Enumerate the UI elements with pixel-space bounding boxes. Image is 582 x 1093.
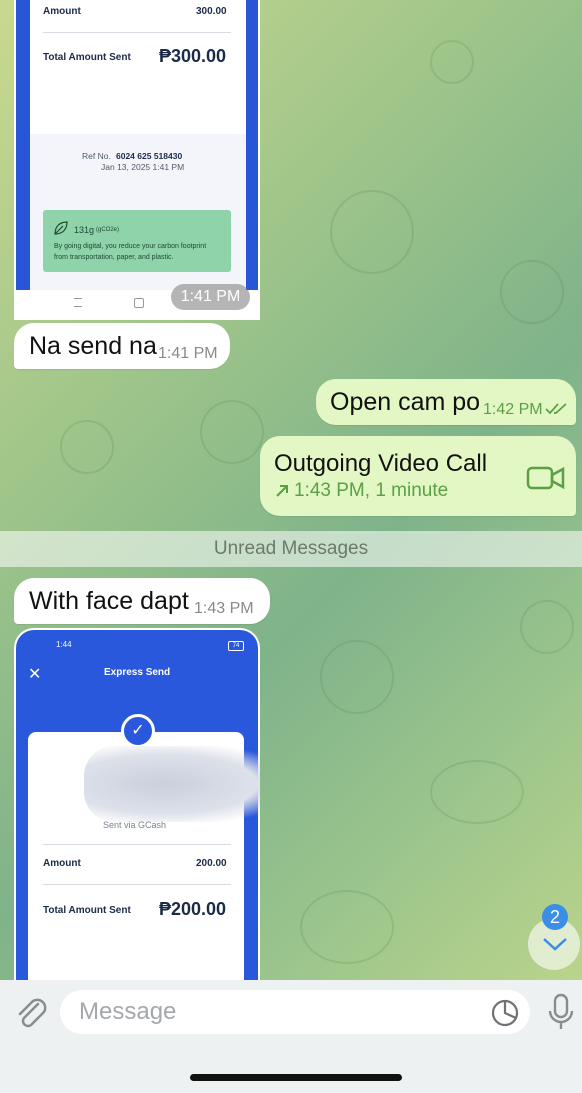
carbon-text-1: By going digital, you reduce your carbon… — [54, 243, 207, 250]
home-indicator — [190, 1074, 402, 1081]
image-timestamp: 1:41 PM — [171, 284, 250, 310]
blurred-recipient — [84, 746, 260, 822]
message-text: Na send na — [29, 332, 157, 360]
total-value: ₱300.00 — [159, 46, 227, 66]
status-time: 1:44 — [56, 640, 72, 649]
message-time: 1:43 PM — [194, 600, 254, 617]
amount-value: 200.00 — [196, 858, 227, 869]
menu-icon — [74, 298, 82, 307]
screen-title: Express Send — [104, 667, 171, 678]
chevron-down-icon — [543, 938, 567, 951]
total-label: Total Amount Sent — [43, 905, 131, 916]
amount-label: Amount — [43, 6, 81, 17]
divider — [43, 844, 231, 845]
total-value: ₱200.00 — [159, 899, 227, 919]
attach-paperclip-icon[interactable] — [14, 994, 48, 1030]
read-checkmarks-icon — [545, 403, 567, 415]
video-camera-icon[interactable] — [526, 464, 566, 492]
divider — [43, 32, 231, 33]
receipt-card — [30, 0, 246, 134]
total-label: Total Amount Sent — [43, 52, 131, 63]
outgoing-arrow-icon — [276, 485, 288, 497]
amount-label: Amount — [43, 858, 81, 869]
call-title: Outgoing Video Call — [274, 450, 488, 477]
message-text: With face dapt — [29, 587, 189, 615]
message-time: 1:41 PM — [158, 345, 218, 362]
message-text: Open cam po — [330, 388, 481, 416]
message-time: 1:42 PM — [483, 401, 543, 418]
home-square-icon — [134, 298, 144, 308]
microphone-icon[interactable] — [546, 993, 576, 1033]
battery-icon: 74 — [228, 641, 244, 651]
unread-count-badge: 2 — [542, 904, 568, 930]
message-placeholder: Message — [79, 998, 177, 1025]
carbon-footprint-box — [43, 210, 231, 272]
amount-value: 300.00 — [196, 6, 227, 17]
ref-number: 6024 625 518430 — [116, 151, 183, 161]
close-icon: ✕ — [28, 666, 42, 683]
sticker-icon[interactable] — [490, 998, 520, 1028]
sent-via: Sent via GCash — [103, 820, 167, 830]
leaf-icon — [54, 221, 68, 235]
receipt-image-2[interactable]: 1:44 74 ✕ Express Send ✓ Sent via GCash … — [14, 628, 260, 980]
carbon-text-2: from transportation, paper, and plastic. — [54, 254, 174, 261]
divider — [43, 884, 231, 885]
carbon-value: 131g — [74, 225, 95, 235]
success-check-icon: ✓ — [121, 714, 155, 748]
unread-messages-separator: Unread Messages — [0, 531, 582, 567]
call-detail: 1:43 PM, 1 minute — [294, 480, 449, 501]
ref-date: Jan 13, 2025 1:41 PM — [101, 162, 185, 172]
carbon-unit: (gCO2e) — [96, 227, 120, 233]
ref-label: Ref No. — [82, 151, 111, 161]
